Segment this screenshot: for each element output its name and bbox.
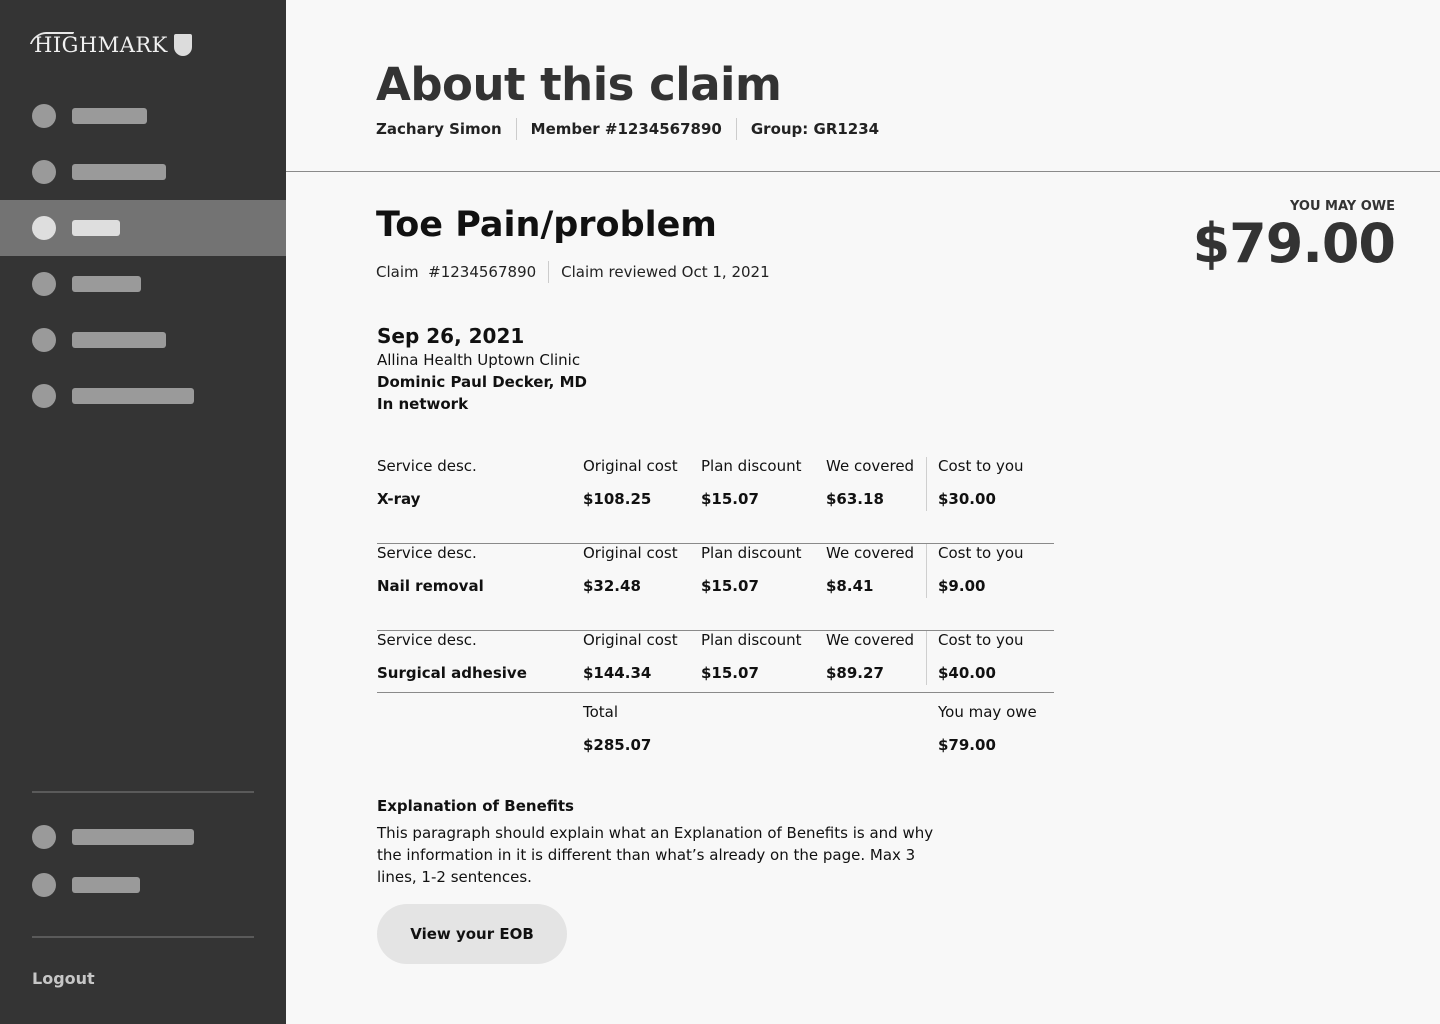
header-plan-discount: Plan discount xyxy=(701,631,802,649)
original-cost: $144.34 xyxy=(583,664,652,682)
sidebar-item-4[interactable] xyxy=(0,256,286,312)
header-cost-to-you: Cost to you xyxy=(938,544,1024,562)
sidebar-item-6[interactable] xyxy=(0,368,286,424)
sidebar-divider xyxy=(32,936,254,938)
visit-date: Sep 26, 2021 xyxy=(377,324,525,348)
nav-icon xyxy=(32,160,56,184)
shield-icon xyxy=(173,34,192,56)
nav-icon xyxy=(32,384,56,408)
total-owe-label: You may owe xyxy=(938,703,1037,721)
total-label: Total xyxy=(583,703,619,721)
column-divider xyxy=(926,544,927,598)
header-service: Service desc. xyxy=(377,544,477,562)
service-row: Service desc. Original cost Plan discoun… xyxy=(377,544,1054,631)
separator xyxy=(735,118,737,140)
header-original-cost: Original cost xyxy=(583,631,678,649)
header-plan-discount: Plan discount xyxy=(701,457,802,475)
eob-description: This paragraph should explain what an Ex… xyxy=(377,824,934,886)
nav-label-placeholder xyxy=(72,877,140,893)
nav-label-placeholder xyxy=(72,108,147,124)
plan-discount: $15.07 xyxy=(701,664,759,682)
page-header: About this claim Zachary Simon Member #1… xyxy=(286,0,1440,172)
page-title: About this claim xyxy=(376,58,782,111)
claim-reviewed-date: Claim reviewed Oct 1, 2021 xyxy=(561,263,770,281)
cost-to-you: $40.00 xyxy=(938,664,996,682)
nav-icon xyxy=(32,104,56,128)
header-original-cost: Original cost xyxy=(583,457,678,475)
sidebar: HIGHMARK Logout xyxy=(0,0,286,1024)
provider-name: Dominic Paul Decker, MD xyxy=(377,373,587,391)
header-cost-to-you: Cost to you xyxy=(938,457,1024,475)
nav-label-placeholder xyxy=(72,388,194,404)
plan-discount: $15.07 xyxy=(701,490,759,508)
column-divider xyxy=(926,457,927,511)
header-cost-to-you: Cost to you xyxy=(938,631,1024,649)
claim-title: Toe Pain/problem xyxy=(376,205,717,245)
we-covered: $63.18 xyxy=(826,490,884,508)
logo-swoosh-icon xyxy=(29,32,75,44)
service-name: Surgical adhesive xyxy=(377,664,527,682)
highmark-logo[interactable]: HIGHMARK xyxy=(29,30,192,60)
header-plan-discount: Plan discount xyxy=(701,544,802,562)
plan-discount: $15.07 xyxy=(701,577,759,595)
logout-link[interactable]: Logout xyxy=(32,969,95,988)
cost-to-you: $30.00 xyxy=(938,490,996,508)
nav-label-placeholder xyxy=(72,276,141,292)
nav-icon xyxy=(32,825,56,849)
service-row: Service desc. Original cost Plan discoun… xyxy=(377,457,1054,544)
sidebar-item-3-active[interactable] xyxy=(0,200,286,256)
nav-label-placeholder xyxy=(72,164,166,180)
header-we-covered: We covered xyxy=(826,631,915,649)
separator xyxy=(515,118,517,140)
view-eob-button[interactable]: View your EOB xyxy=(377,904,567,964)
facility-name: Allina Health Uptown Clinic xyxy=(377,351,581,369)
member-name: Zachary Simon xyxy=(376,120,502,138)
member-number: Member #1234567890 xyxy=(530,120,722,138)
column-divider xyxy=(926,631,927,685)
total-owe-value: $79.00 xyxy=(938,736,996,754)
we-covered: $89.27 xyxy=(826,664,884,682)
nav-label-placeholder xyxy=(72,220,120,236)
header-we-covered: We covered xyxy=(826,544,915,562)
you-may-owe-amount: $79.00 xyxy=(1192,212,1396,275)
original-cost: $32.48 xyxy=(583,577,641,595)
header-service: Service desc. xyxy=(377,457,477,475)
total-value: $285.07 xyxy=(583,736,652,754)
original-cost: $108.25 xyxy=(583,490,652,508)
nav-icon xyxy=(32,328,56,352)
eob-title: Explanation of Benefits xyxy=(377,797,574,815)
header-we-covered: We covered xyxy=(826,457,915,475)
member-info: Zachary Simon Member #1234567890 Group: … xyxy=(376,118,879,140)
service-row: Service desc. Original cost Plan discoun… xyxy=(377,631,1054,693)
claim-number: Claim #1234567890 xyxy=(376,263,537,281)
nav-label-placeholder xyxy=(72,332,166,348)
claim-meta: Claim #1234567890 Claim reviewed Oct 1, … xyxy=(376,261,770,283)
sidebar-item-8[interactable] xyxy=(0,857,286,913)
sidebar-item-5[interactable] xyxy=(0,312,286,368)
header-original-cost: Original cost xyxy=(583,544,678,562)
nav-icon xyxy=(32,272,56,296)
we-covered: $8.41 xyxy=(826,577,874,595)
sidebar-divider xyxy=(32,791,254,793)
nav-icon xyxy=(32,873,56,897)
sidebar-item-1[interactable] xyxy=(0,88,286,144)
separator xyxy=(548,261,550,283)
network-status: In network xyxy=(377,395,469,413)
service-name: Nail removal xyxy=(377,577,484,595)
nav-icon xyxy=(32,216,56,240)
header-service: Service desc. xyxy=(377,631,477,649)
service-name: X-ray xyxy=(377,490,421,508)
cost-to-you: $9.00 xyxy=(938,577,986,595)
nav-label-placeholder xyxy=(72,829,194,845)
totals-row: Total $285.07 You may owe $79.00 xyxy=(377,703,1054,763)
group-number: Group: GR1234 xyxy=(750,120,880,138)
sidebar-item-2[interactable] xyxy=(0,144,286,200)
